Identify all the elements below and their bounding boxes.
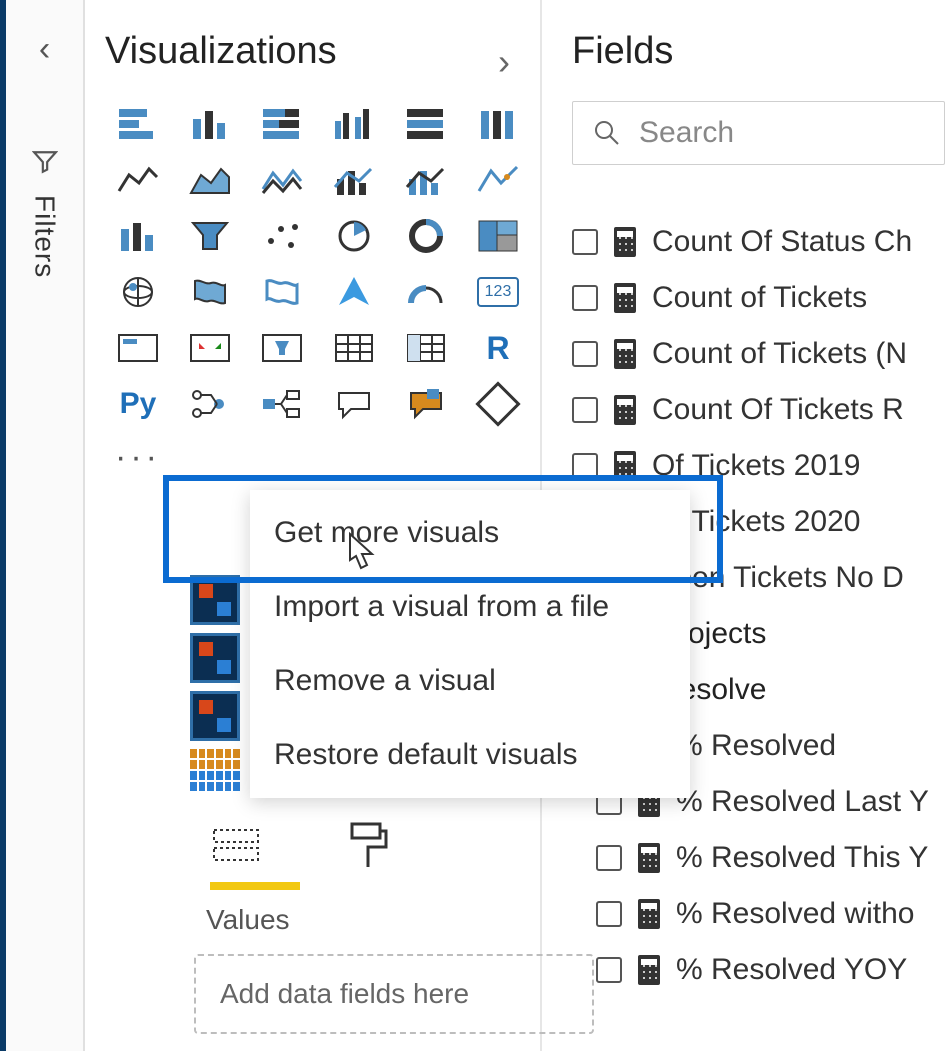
menu-import-visual-from-file[interactable]: Import a visual from a file	[250, 570, 690, 644]
visuals-context-menu: Get more visuals Import a visual from a …	[250, 490, 690, 798]
field-item[interactable]: Count of Tickets (N	[572, 337, 945, 371]
scatter-icon[interactable]	[257, 215, 307, 257]
checkbox[interactable]	[572, 341, 598, 367]
stacked-bar-h-100-icon[interactable]	[257, 103, 307, 145]
field-item[interactable]: Count Of Tickets R	[572, 393, 945, 427]
checkbox[interactable]	[572, 453, 598, 479]
field-item[interactable]: Count of Tickets	[572, 281, 945, 315]
checkbox[interactable]	[572, 397, 598, 423]
shape-map-icon[interactable]	[257, 271, 307, 313]
measure-icon	[614, 339, 636, 369]
measure-icon	[614, 395, 636, 425]
custom-visual-tile-icon[interactable]	[190, 575, 240, 625]
collapse-visualizations-chevron-icon[interactable]: ›	[498, 41, 510, 83]
measure-icon	[638, 899, 660, 929]
field-item[interactable]: Count Of Status Ch	[572, 225, 945, 259]
menu-remove-visual[interactable]: Remove a visual	[250, 644, 690, 718]
measure-icon	[638, 843, 660, 873]
smart-narrative-icon[interactable]	[401, 383, 451, 425]
field-item[interactable]: % Resolved YOY	[596, 953, 945, 987]
checkbox[interactable]	[596, 957, 622, 983]
format-paint-roller-icon[interactable]	[346, 820, 390, 872]
key-influencer-icon[interactable]	[185, 383, 235, 425]
values-section-label: Values	[206, 904, 530, 936]
measure-icon	[614, 283, 636, 313]
field-label: Count Of Tickets R	[652, 393, 904, 427]
py-visual-icon[interactable]: Py	[113, 383, 163, 425]
custom-visual-tile-icon[interactable]	[190, 691, 240, 741]
menu-restore-default-visuals[interactable]: Restore default visuals	[250, 718, 690, 792]
stacked-bar-h-icon[interactable]	[113, 103, 163, 145]
line-clustered-column-icon[interactable]	[329, 159, 379, 201]
field-item[interactable]: Of Tickets 2019	[572, 449, 945, 483]
measure-icon	[614, 227, 636, 257]
fields-format-section: Values Add data fields here	[190, 820, 530, 1034]
table-icon[interactable]	[329, 327, 379, 369]
active-tab-indicator	[210, 882, 300, 890]
checkbox[interactable]	[596, 845, 622, 871]
custom-visual-dotgrid-icon[interactable]	[190, 749, 240, 791]
stacked-area-icon[interactable]	[257, 159, 307, 201]
field-label: Of Tickets 2019	[652, 449, 860, 483]
clustered-column-icon[interactable]	[329, 103, 379, 145]
filters-label: Filters	[29, 195, 61, 278]
field-label: % Resolved	[676, 729, 836, 763]
expand-filters-chevron-icon[interactable]: ‹	[39, 30, 50, 69]
donut-icon[interactable]	[401, 215, 451, 257]
line-stacked-column-icon[interactable]	[401, 159, 451, 201]
decomposition-icon[interactable]	[257, 383, 307, 425]
pie-icon[interactable]	[329, 215, 379, 257]
checkbox[interactable]	[596, 901, 622, 927]
slicer-icon[interactable]	[257, 327, 307, 369]
search-placeholder: Search	[639, 116, 734, 150]
field-item[interactable]: % Resolved This Y	[596, 841, 945, 875]
visualizations-pane: Visualizations › 123	[85, 0, 540, 1051]
field-label: Count of Tickets (N	[652, 337, 907, 371]
area-chart-icon[interactable]	[185, 159, 235, 201]
column-chart-icon[interactable]	[113, 215, 163, 257]
kpi-card-icon[interactable]	[113, 327, 163, 369]
checkbox[interactable]	[572, 285, 598, 311]
field-label: Count of Tickets	[652, 281, 867, 315]
more-visuals-ellipsis-icon[interactable]: ···	[113, 439, 163, 481]
filled-map-icon[interactable]	[185, 271, 235, 313]
qa-visual-icon[interactable]	[329, 383, 379, 425]
filter-funnel-icon	[32, 149, 58, 175]
field-label: % Resolved Last Y	[676, 785, 929, 819]
kpi-multi-icon[interactable]	[185, 327, 235, 369]
fields-well-icon[interactable]	[210, 824, 266, 868]
card-123-icon[interactable]: 123	[473, 271, 523, 313]
custom-visual-tile-icon[interactable]	[190, 633, 240, 683]
measure-icon	[614, 451, 636, 481]
checkbox[interactable]	[572, 229, 598, 255]
measure-icon	[638, 955, 660, 985]
ribbon-chart-icon[interactable]	[473, 103, 523, 145]
stacked-column-100-icon[interactable]	[401, 103, 451, 145]
visualization-gallery: 123 R Py ···	[105, 103, 540, 481]
custom-visual-tiles	[190, 575, 240, 791]
field-label: % Resolved This Y	[676, 841, 928, 875]
funnel-icon[interactable]	[185, 215, 235, 257]
search-icon	[593, 119, 621, 147]
fields-search-input[interactable]: Search	[572, 101, 945, 165]
field-label: % Resolved YOY	[676, 953, 907, 987]
gauge-icon[interactable]	[401, 271, 451, 313]
filters-collapsed-rail[interactable]: ‹ Filters	[0, 0, 85, 1051]
line-chart-icon[interactable]	[113, 159, 163, 201]
field-item[interactable]: % Resolved witho	[596, 897, 945, 931]
fields-title: Fields	[572, 30, 945, 73]
r-visual-icon[interactable]: R	[473, 327, 523, 369]
visualizations-title: Visualizations	[105, 30, 337, 73]
field-label: Count Of Status Ch	[652, 225, 912, 259]
waterfall-icon[interactable]	[473, 159, 523, 201]
arrow-azure-icon[interactable]	[329, 271, 379, 313]
rhombus-custom-icon[interactable]	[473, 383, 523, 425]
clustered-bar-v-icon[interactable]	[185, 103, 235, 145]
values-dropzone[interactable]: Add data fields here	[194, 954, 594, 1034]
field-label: % Resolved witho	[676, 897, 914, 931]
treemap-icon[interactable]	[473, 215, 523, 257]
menu-get-more-visuals[interactable]: Get more visuals	[250, 496, 690, 570]
map-globe-icon[interactable]	[113, 271, 163, 313]
matrix-icon[interactable]	[401, 327, 451, 369]
